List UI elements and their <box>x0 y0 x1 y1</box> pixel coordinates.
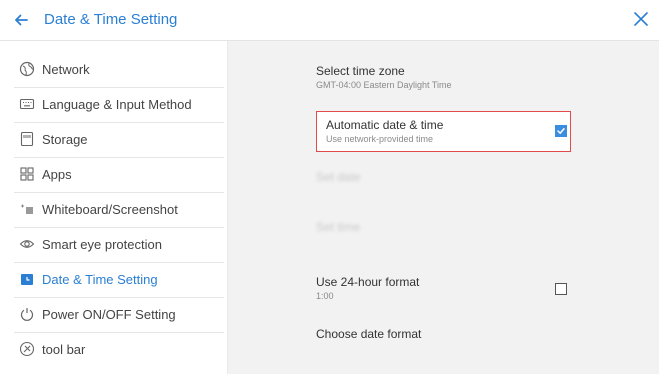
close-icon[interactable] <box>631 9 651 29</box>
sidebar-item-apps[interactable]: Apps <box>0 157 227 192</box>
sidebar-item-date-time[interactable]: Date & Time Setting <box>0 262 227 297</box>
eye-icon <box>19 240 35 248</box>
settings-sidebar: Network Language & Input Method Storage … <box>0 41 228 374</box>
sidebar-item-tool-bar[interactable]: tool bar <box>0 332 227 367</box>
select-time-zone-row[interactable]: Select time zone GMT-04:00 Eastern Dayli… <box>316 64 571 90</box>
row-title: Set date <box>316 170 361 184</box>
use-24-hour-format-row[interactable]: Use 24-hour format 1:00 <box>316 275 571 301</box>
automatic-date-time-checkbox[interactable] <box>555 125 567 137</box>
row-title: Choose date format <box>316 327 422 341</box>
automatic-date-time-row[interactable]: Automatic date & time Use network-provid… <box>316 111 571 152</box>
sidebar-item-storage[interactable]: Storage <box>0 122 227 157</box>
set-time-row[interactable]: Set time <box>316 220 571 236</box>
row-title: Select time zone <box>316 64 405 78</box>
keyboard-icon <box>19 98 35 110</box>
set-date-row[interactable]: Set date <box>316 170 571 186</box>
sidebar-item-network[interactable]: Network <box>0 52 227 87</box>
clock-square-icon <box>21 274 33 285</box>
sidebar-item-language[interactable]: Language & Input Method <box>0 87 227 122</box>
24-hour-format-checkbox[interactable] <box>555 283 567 295</box>
whiteboard-icon <box>21 204 33 214</box>
sidebar-item-label: Language & Input Method <box>42 97 192 112</box>
power-icon <box>20 308 34 321</box>
sidebar-item-label: Power ON/OFF Setting <box>42 307 176 322</box>
sidebar-item-label: Storage <box>42 132 88 147</box>
row-subtitle: Use network-provided time <box>326 134 434 144</box>
settings-content: Select time zone GMT-04:00 Eastern Dayli… <box>228 41 659 374</box>
sidebar-item-label: Network <box>42 62 90 77</box>
sidebar-item-label: Apps <box>42 167 72 182</box>
sidebar-item-whiteboard[interactable]: Whiteboard/Screenshot <box>0 192 227 227</box>
row-subtitle: 1:00 <box>316 291 334 301</box>
arrow-left-icon[interactable] <box>12 11 30 29</box>
row-title: Use 24-hour format <box>316 275 420 289</box>
apps-grid-icon <box>20 167 34 181</box>
choose-date-format-row[interactable]: Choose date format <box>316 327 571 341</box>
sidebar-item-label: tool bar <box>42 342 86 357</box>
row-title: Set time <box>316 220 361 234</box>
globe-icon <box>19 61 35 77</box>
row-title: Automatic date & time <box>326 118 444 132</box>
sidebar-item-eye-protection[interactable]: Smart eye protection <box>0 227 227 262</box>
toolbar-icon <box>19 341 35 357</box>
row-subtitle: GMT-04:00 Eastern Daylight Time <box>316 80 452 90</box>
sidebar-item-power[interactable]: Power ON/OFF Setting <box>0 297 227 332</box>
sidebar-item-label: Date & Time Setting <box>42 272 158 287</box>
checkmark-icon <box>557 128 565 135</box>
sidebar-item-label: Smart eye protection <box>42 237 162 252</box>
title-bar: Date & Time Setting <box>0 0 659 41</box>
storage-icon <box>20 131 34 147</box>
page-title: Date & Time Setting <box>44 11 178 28</box>
sidebar-item-label: Whiteboard/Screenshot <box>42 202 178 217</box>
